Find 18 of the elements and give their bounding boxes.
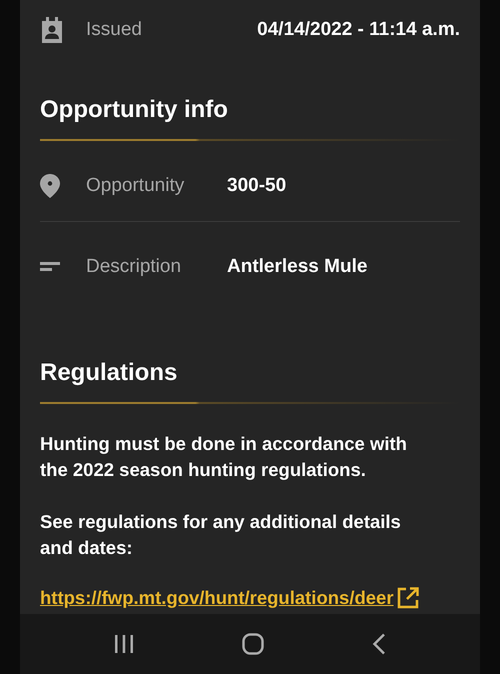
field-value: 04/14/2022 - 11:14 a.m. (257, 19, 460, 41)
section-heading: Regulations (40, 358, 178, 388)
external-link-icon[interactable] (396, 587, 419, 609)
back-icon (372, 633, 386, 655)
recent-apps-icon (114, 634, 134, 654)
field-label: Issued (86, 19, 142, 41)
field-label: Opportunity (86, 175, 186, 197)
paragraph: See regulations for any additional details and dates: (40, 510, 402, 560)
field-label: Description (86, 256, 182, 278)
paragraph: Hunting must be done in accordance with the 2022 season hunting regulations. (40, 432, 408, 482)
field-value: Antlerless Mule (227, 256, 368, 278)
contact-card-icon (40, 17, 64, 43)
location-pin-icon (40, 174, 60, 198)
section-heading: Opportunity info (40, 95, 229, 125)
home-icon (242, 633, 264, 655)
short-text-icon (40, 262, 60, 272)
field-value: 300-50 (227, 175, 286, 197)
regulations-link[interactable]: https://fwp.mt.gov/hunt/regulations/deer (40, 587, 394, 609)
